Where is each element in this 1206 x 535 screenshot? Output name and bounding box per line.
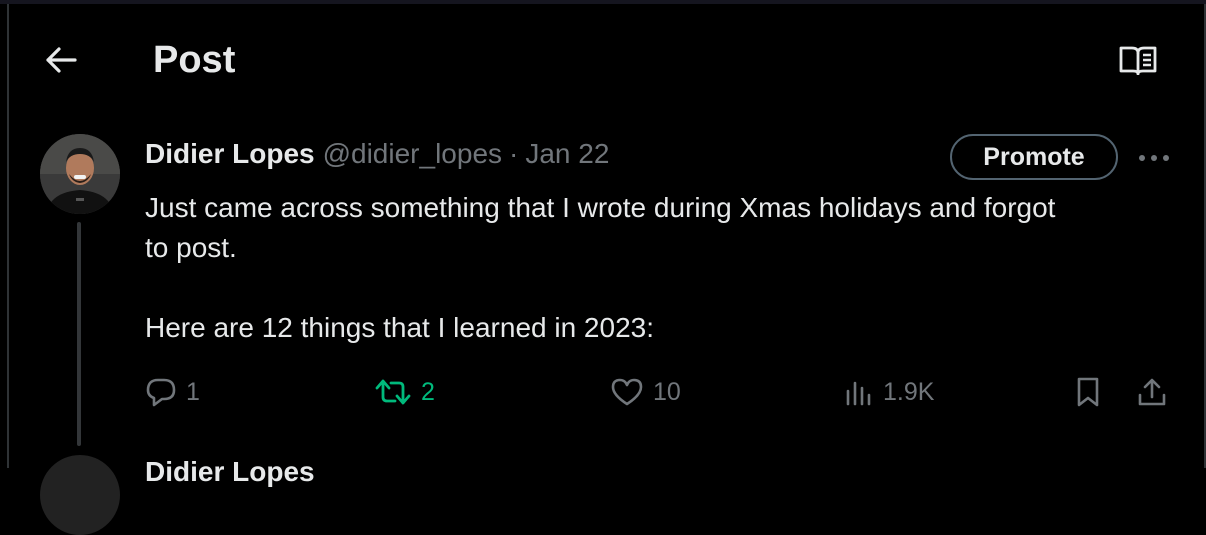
reader-mode-button[interactable] bbox=[1116, 38, 1160, 82]
like-count: 10 bbox=[653, 377, 681, 406]
author-name[interactable]: Didier Lopes bbox=[145, 138, 315, 170]
bookmark-button[interactable] bbox=[1074, 372, 1102, 412]
repost-button[interactable]: 2 bbox=[374, 372, 435, 412]
promote-button[interactable]: Promote bbox=[950, 134, 1118, 180]
back-button[interactable] bbox=[39, 38, 83, 82]
reply-count: 1 bbox=[186, 377, 200, 406]
share-button[interactable] bbox=[1136, 372, 1168, 412]
book-reader-icon bbox=[1119, 46, 1157, 75]
arrow-left-icon bbox=[46, 47, 77, 73]
avatar-photo bbox=[40, 134, 120, 214]
next-post-author-name[interactable]: Didier Lopes bbox=[145, 456, 315, 488]
views-count: 1.9K bbox=[883, 377, 935, 406]
page-header: Post bbox=[9, 4, 1204, 110]
post-header: Didier Lopes @didier_lopes · Jan 22 bbox=[145, 136, 609, 172]
header-separator: · bbox=[509, 138, 519, 169]
thread-connector-line bbox=[77, 222, 81, 446]
author-handle[interactable]: @didier_lopes bbox=[323, 138, 502, 170]
post-text-line: Here are 12 things that I learned in 202… bbox=[145, 312, 655, 343]
more-options-button[interactable] bbox=[1134, 142, 1174, 174]
like-button[interactable]: 10 bbox=[610, 372, 681, 412]
post-text: Just came across something that I wrote … bbox=[145, 188, 1165, 348]
more-horizontal-icon bbox=[1139, 155, 1169, 161]
repost-icon bbox=[375, 379, 411, 405]
share-icon bbox=[1138, 378, 1166, 406]
analytics-icon bbox=[846, 381, 871, 406]
post-text-line: Just came across something that I wrote … bbox=[145, 192, 1056, 223]
heart-icon bbox=[611, 378, 643, 406]
post-date[interactable]: Jan 22 bbox=[525, 138, 609, 170]
repost-count: 2 bbox=[421, 377, 435, 406]
page-title: Post bbox=[153, 39, 236, 81]
author-avatar[interactable] bbox=[40, 134, 120, 214]
next-post-avatar[interactable] bbox=[40, 455, 120, 535]
reply-button[interactable]: 1 bbox=[145, 372, 200, 412]
post-text-line: to post. bbox=[145, 232, 237, 263]
reply-icon bbox=[146, 378, 176, 407]
bookmark-icon bbox=[1077, 377, 1099, 407]
views-button[interactable]: 1.9K bbox=[844, 372, 934, 412]
